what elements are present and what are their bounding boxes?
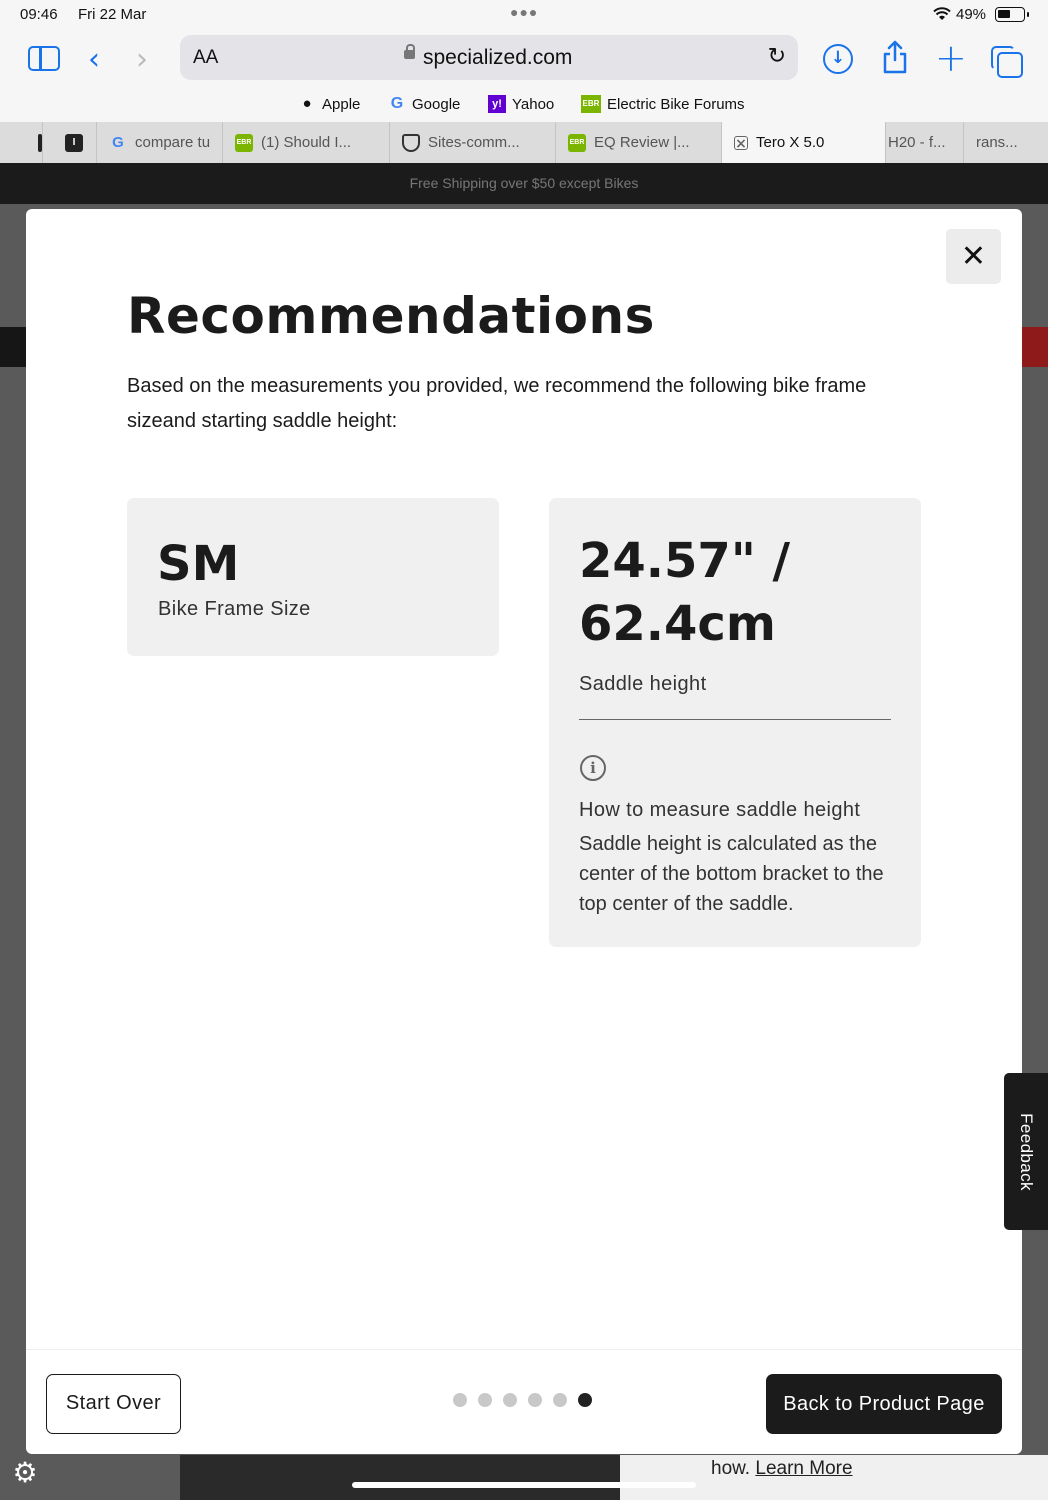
pager-dot-active[interactable] bbox=[578, 1393, 592, 1407]
lock-icon bbox=[404, 44, 415, 59]
share-icon[interactable] bbox=[882, 40, 908, 74]
saddle-height-card: 24.57" / 62.4cm Saddle height i How to m… bbox=[549, 498, 921, 947]
apple-icon: ● bbox=[302, 95, 312, 112]
tab-label: compare tu bbox=[135, 134, 211, 151]
url-text[interactable]: specialized.com bbox=[423, 46, 572, 70]
tab-h20[interactable]: H20 - f... bbox=[886, 122, 964, 163]
yahoo-icon: y! bbox=[488, 95, 506, 113]
favorite-label: Yahoo bbox=[512, 95, 555, 113]
how-to-measure-text: Saddle height is calculated as the cente… bbox=[579, 833, 884, 915]
tab-tero-x[interactable]: × Tero X 5.0 bbox=[722, 122, 886, 163]
favorite-google[interactable]: G Google bbox=[388, 95, 461, 113]
back-to-product-button[interactable]: Back to Product Page bbox=[766, 1374, 1002, 1434]
status-bar: 09:46 Fri 22 Mar ●●● 49% bbox=[0, 0, 1048, 30]
close-tab-icon[interactable]: × bbox=[734, 135, 748, 151]
forward-arrow-icon[interactable]: › bbox=[136, 42, 148, 77]
feedback-label: Feedback bbox=[1017, 1112, 1036, 1191]
google-icon: G bbox=[390, 95, 404, 112]
close-icon: ✕ bbox=[960, 239, 987, 274]
shipping-banner: Free Shipping over $50 except Bikes bbox=[0, 163, 1048, 204]
favorite-electric-bike-forums[interactable]: EBR Electric Bike Forums bbox=[581, 95, 745, 113]
recommendations-modal: ✕ Recommendations Based on the measureme… bbox=[26, 209, 1022, 1454]
status-time: 09:46 bbox=[20, 6, 58, 23]
status-date: Fri 22 Mar bbox=[78, 6, 147, 23]
tab-overview-icon[interactable] bbox=[991, 46, 1023, 78]
battery-percent: 49% bbox=[956, 6, 987, 23]
gear-icon[interactable]: ⚙ bbox=[10, 1458, 40, 1488]
reload-icon[interactable]: ↻ bbox=[768, 44, 786, 69]
google-icon: G bbox=[112, 133, 124, 151]
pager-dot[interactable] bbox=[478, 1393, 492, 1407]
tab-pinned-2[interactable]: I bbox=[43, 122, 97, 163]
frame-size-label: Bike Frame Size bbox=[158, 598, 311, 620]
frame-size-card: SM Bike Frame Size bbox=[127, 498, 499, 656]
tab-bar: I G compare tu EBR (1) Should I... Sites… bbox=[0, 122, 1048, 163]
favorite-yahoo[interactable]: y! Yahoo bbox=[488, 95, 554, 113]
pager-dot[interactable] bbox=[503, 1393, 517, 1407]
how-to-measure-title: How to measure saddle height bbox=[579, 799, 861, 821]
feedback-tab[interactable]: Feedback bbox=[1004, 1073, 1048, 1230]
tab-should-i[interactable]: EBR (1) Should I... bbox=[223, 122, 390, 163]
ebr-icon: EBR bbox=[581, 95, 601, 113]
saddle-height-value: 24.57" / 62.4cm bbox=[579, 533, 791, 652]
multitasking-dots-icon[interactable]: ●●● bbox=[510, 4, 538, 20]
reader-settings-button[interactable]: AA bbox=[193, 47, 218, 69]
new-tab-plus-icon[interactable]: + bbox=[935, 36, 967, 80]
battery-icon bbox=[995, 7, 1029, 22]
favorite-label: Apple bbox=[322, 95, 361, 113]
home-indicator[interactable] bbox=[352, 1482, 696, 1488]
saddle-height-label: Saddle height bbox=[579, 673, 707, 695]
tab-sites-comm[interactable]: Sites-comm... bbox=[390, 122, 556, 163]
tab-label: Sites-comm... bbox=[428, 134, 520, 151]
ebr-icon: EBR bbox=[568, 133, 586, 152]
tab-favicon-icon: I bbox=[65, 133, 83, 152]
shield-icon bbox=[402, 133, 420, 152]
tab-label: Tero X 5.0 bbox=[756, 134, 825, 151]
address-bar[interactable]: AA specialized.com ↻ bbox=[180, 35, 798, 80]
pager-dot[interactable] bbox=[453, 1393, 467, 1407]
tab-label: rans... bbox=[976, 134, 1018, 151]
divider bbox=[579, 719, 891, 720]
tab-eq-review[interactable]: EBR EQ Review |... bbox=[556, 122, 722, 163]
close-button[interactable]: ✕ bbox=[946, 229, 1001, 284]
ebr-icon: EBR bbox=[235, 133, 253, 152]
info-icon: i bbox=[580, 755, 606, 781]
modal-title: Recommendations bbox=[127, 287, 655, 345]
pager-dot[interactable] bbox=[553, 1393, 567, 1407]
pager-dot[interactable] bbox=[528, 1393, 542, 1407]
product-image bbox=[180, 1455, 620, 1500]
page-background-strip bbox=[1022, 327, 1048, 367]
tab-compare[interactable]: G compare tu bbox=[97, 122, 223, 163]
tab-label: EQ Review |... bbox=[594, 134, 690, 151]
footer-divider bbox=[26, 1349, 1022, 1350]
learn-more-text: how. Learn More bbox=[711, 1458, 853, 1480]
back-arrow-icon[interactable]: ‹ bbox=[88, 42, 100, 77]
favorite-label: Electric Bike Forums bbox=[607, 95, 745, 113]
tab-pinned-1[interactable] bbox=[0, 122, 43, 163]
learn-more-link[interactable]: Learn More bbox=[755, 1458, 852, 1479]
tab-trans[interactable]: rans... bbox=[964, 122, 1048, 163]
start-over-button[interactable]: Start Over bbox=[46, 1374, 181, 1434]
downloads-icon[interactable]: ↓ bbox=[823, 44, 853, 74]
page-background-strip bbox=[0, 327, 26, 367]
modal-intro: Based on the measurements you provided, … bbox=[127, 375, 867, 432]
tab-label: (1) Should I... bbox=[261, 134, 352, 151]
step-pager bbox=[453, 1393, 592, 1407]
wifi-icon bbox=[933, 7, 951, 20]
sidebar-toggle-icon[interactable] bbox=[28, 46, 60, 71]
tab-label: H20 - f... bbox=[888, 134, 946, 151]
frame-size-value: SM bbox=[157, 536, 240, 592]
browser-toolbar: ‹ › AA specialized.com ↻ ↓ + bbox=[0, 30, 1048, 90]
favorites-bar: ● Apple G Google y! Yahoo EBR Electric B… bbox=[0, 90, 1048, 122]
favorite-label: Google bbox=[412, 95, 461, 113]
learn-prefix: how. bbox=[711, 1458, 751, 1479]
tab-favicon-icon bbox=[38, 133, 42, 152]
favorite-apple[interactable]: ● Apple bbox=[298, 95, 360, 113]
